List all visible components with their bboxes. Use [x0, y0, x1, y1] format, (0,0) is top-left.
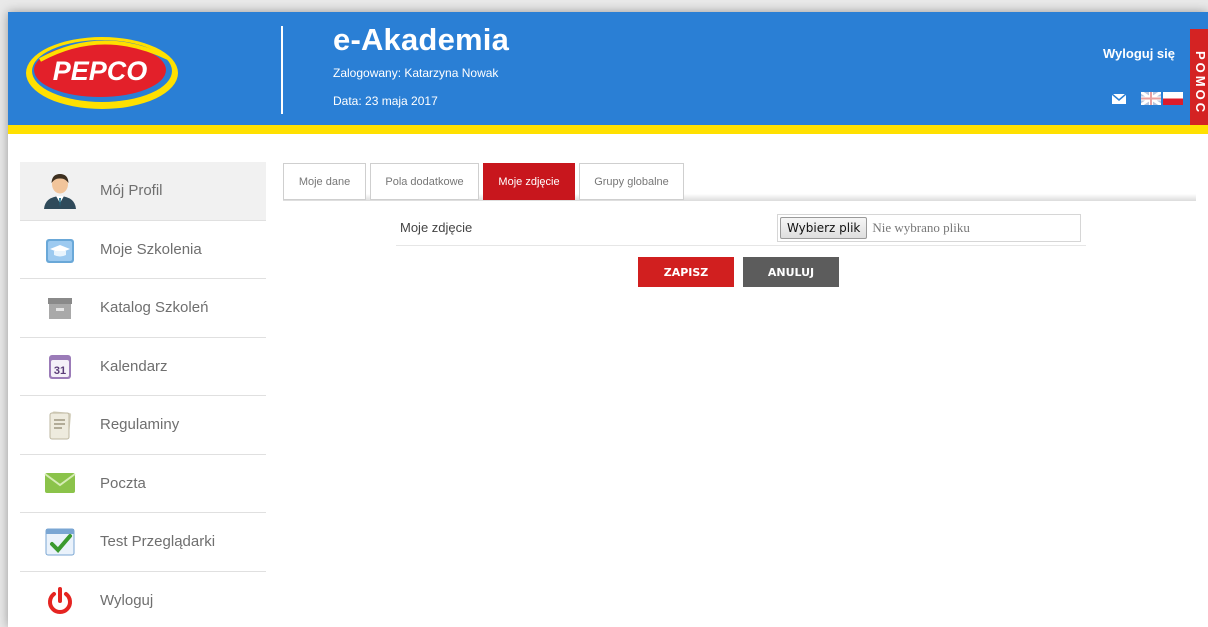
- sidebar-item-my-trainings[interactable]: Moje Szkolenia: [20, 221, 266, 279]
- help-tab[interactable]: POMOC: [1190, 29, 1208, 131]
- cancel-button[interactable]: ANULUJ: [743, 257, 839, 287]
- power-icon: [38, 579, 82, 623]
- sidebar-item-training-catalog[interactable]: Katalog Szkoleń: [20, 279, 266, 338]
- tab-extra-fields[interactable]: Pola dodatkowe: [370, 163, 479, 200]
- calendar-icon: 31: [38, 344, 82, 388]
- logout-link[interactable]: Wyloguj się: [1103, 46, 1175, 61]
- sidebar-item-label: Katalog Szkoleń: [100, 299, 209, 317]
- sidebar-item-label: Wyloguj: [100, 592, 154, 610]
- logo-text: PEPCO: [53, 56, 148, 86]
- sidebar-item-label: Kalendarz: [100, 357, 168, 375]
- archive-box-icon: [38, 286, 82, 330]
- choose-file-button[interactable]: Wybierz plik: [780, 217, 868, 239]
- pl-flag-icon[interactable]: [1163, 92, 1183, 105]
- sidebar-item-regulations[interactable]: Regulaminy: [20, 396, 266, 455]
- tab-my-photo[interactable]: Moje zdjęcie: [483, 163, 575, 200]
- envelope-icon[interactable]: [1112, 94, 1126, 104]
- photo-form-row: Moje zdjęcie Wybierz plik Nie wybrano pl…: [396, 212, 1086, 246]
- uk-flag-icon[interactable]: [1141, 92, 1161, 105]
- header-yellow-band: [8, 125, 1208, 134]
- app-window: PEPCO e-Akademia Zalogowany: Katarzyna N…: [8, 12, 1208, 627]
- pepco-logo[interactable]: PEPCO: [22, 30, 182, 112]
- sidebar-item-calendar[interactable]: 31 Kalendarz: [20, 338, 266, 396]
- sidebar-item-my-profile[interactable]: Mój Profil: [20, 162, 266, 221]
- user-icon: [38, 169, 82, 213]
- profile-tabs: Moje dane Pola dodatkowe Moje zdjęcie Gr…: [283, 163, 1196, 201]
- sidebar-item-mail[interactable]: Poczta: [20, 455, 266, 513]
- save-button[interactable]: ZAPISZ: [638, 257, 734, 287]
- file-status: Nie wybrano pliku: [872, 220, 970, 235]
- sidebar: Mój Profil Moje Szkolenia Katalog Szkole…: [20, 162, 266, 627]
- sidebar-item-label: Test Przeglądarki: [100, 533, 216, 551]
- sidebar-item-label: Poczta: [100, 474, 146, 492]
- header: PEPCO e-Akademia Zalogowany: Katarzyna N…: [8, 12, 1208, 131]
- sidebar-item-logout[interactable]: Wyloguj: [20, 572, 266, 627]
- tab-my-data[interactable]: Moje dane: [283, 163, 366, 200]
- sidebar-item-label: Mój Profil: [100, 182, 163, 200]
- photo-file-input[interactable]: Wybierz plik Nie wybrano pliku: [777, 214, 1081, 242]
- sidebar-item-label: Regulaminy: [100, 416, 180, 434]
- graduation-cap-icon: [38, 227, 82, 271]
- document-icon: [38, 403, 82, 447]
- envelope-icon: [38, 461, 82, 505]
- photo-label: Moje zdjęcie: [400, 220, 473, 235]
- logged-user: Zalogowany: Katarzyna Nowak: [333, 66, 499, 80]
- calendar-day: 31: [54, 365, 66, 377]
- tab-global-groups[interactable]: Grupy globalne: [579, 163, 684, 200]
- app-title: e-Akademia: [333, 22, 510, 57]
- sidebar-item-label: Moje Szkolenia: [100, 240, 202, 258]
- header-divider: [281, 26, 283, 114]
- sidebar-item-browser-test[interactable]: Test Przeglądarki: [20, 513, 266, 572]
- browser-check-icon: [38, 520, 82, 564]
- current-date: Data: 23 maja 2017: [333, 94, 438, 108]
